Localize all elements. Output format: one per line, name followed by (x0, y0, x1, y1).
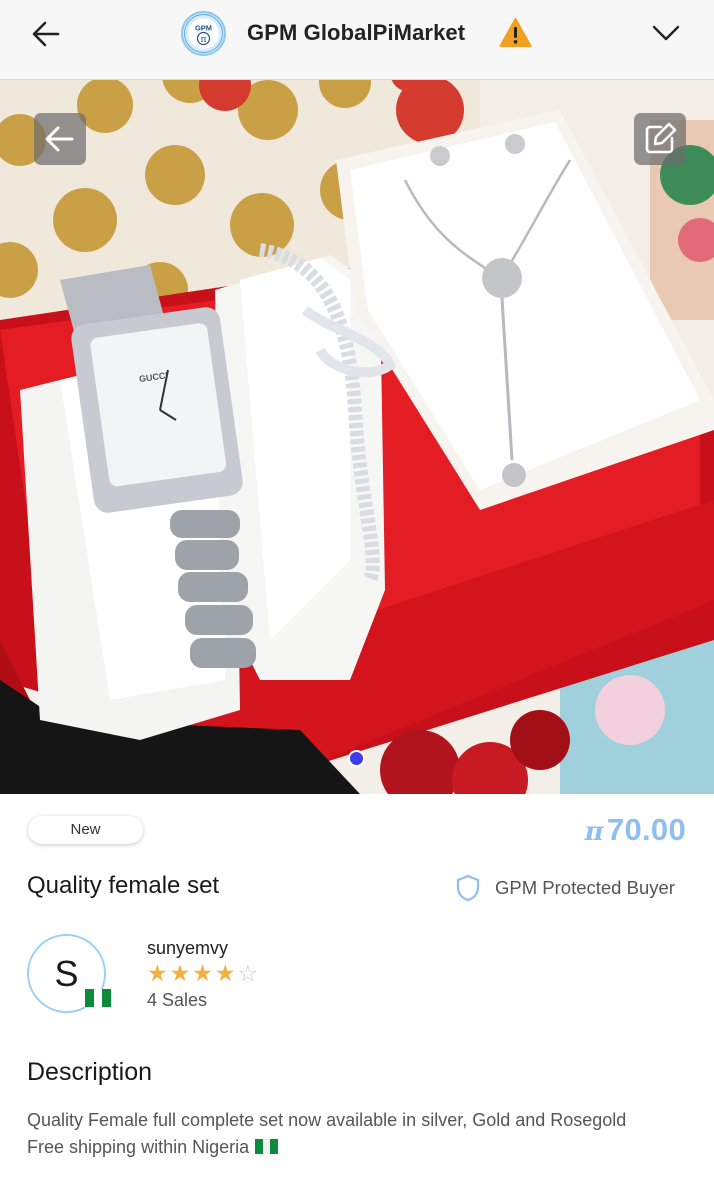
image-back-button[interactable] (34, 113, 86, 165)
warning-button[interactable] (499, 17, 532, 48)
description-text: Quality Female full complete set now ava… (27, 1110, 627, 1130)
product-title: Quality female set (27, 872, 220, 899)
description-text-line2: Free shipping within Nigeria (27, 1137, 279, 1158)
star-filled-icon: ★ (192, 961, 213, 987)
product-photo: GUCCI (0, 80, 714, 794)
chevron-down-icon (652, 25, 680, 41)
seller-rating: ★ ★ ★ ★ ☆ (147, 962, 260, 986)
seller-name[interactable]: sunyemvy (147, 938, 228, 959)
pi-currency-icon: π (584, 817, 604, 847)
logo-text: GPM (195, 24, 212, 33)
seller-sales-count: 4 Sales (147, 990, 208, 1010)
app-title: GPM GlobalPiMarket (247, 20, 466, 45)
description-heading: Description (27, 1058, 153, 1086)
star-filled-icon: ★ (214, 961, 236, 987)
buyer-protection-label: GPM Protected Buyer (495, 877, 675, 898)
warning-triangle-icon (499, 18, 532, 47)
carousel-dot-active[interactable] (348, 750, 365, 767)
condition-badge: New (28, 816, 143, 844)
arrow-left-icon (45, 126, 74, 152)
nigeria-flag-icon (85, 989, 112, 1007)
gpm-logo: GPM π (181, 11, 226, 56)
edit-icon (645, 122, 677, 154)
product-price: π70.00 (585, 812, 686, 848)
arrow-left-icon (32, 21, 60, 47)
star-filled-icon: ★ (147, 961, 168, 987)
description-shipping-text: Free shipping within Nigeria (27, 1137, 250, 1157)
buyer-protection[interactable]: GPM Protected Buyer (455, 873, 675, 903)
price-value: 70.00 (606, 812, 686, 847)
edit-button[interactable] (634, 113, 686, 165)
star-filled-icon: ★ (169, 961, 191, 987)
shield-icon (456, 874, 480, 902)
star-empty-icon: ☆ (237, 961, 259, 987)
menu-dropdown-button[interactable] (651, 20, 681, 46)
app-header: GPM π GPM GlobalPiMarket (0, 0, 714, 80)
product-image-carousel[interactable]: GUCCI (0, 80, 714, 794)
svg-text:π: π (201, 35, 207, 45)
nigeria-flag-icon (255, 1139, 279, 1154)
back-button[interactable] (28, 18, 64, 50)
